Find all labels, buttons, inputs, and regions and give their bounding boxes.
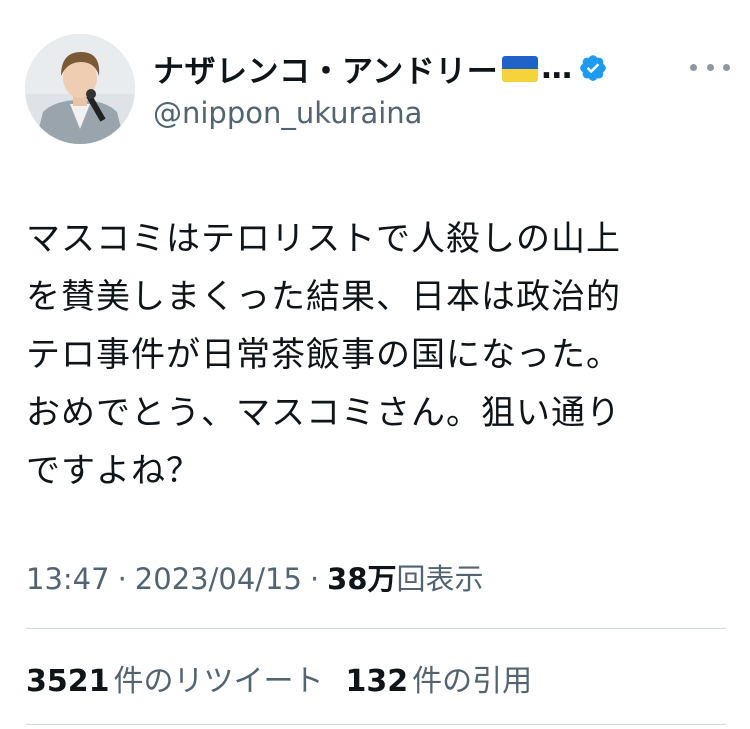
name-truncation-ellipsis: …: [541, 50, 573, 86]
views-count: 38万: [327, 562, 397, 596]
views-label: 回表示: [396, 562, 484, 596]
quotes-count: 132: [345, 664, 409, 699]
quotes-label: 件の引用: [412, 664, 533, 699]
avatar[interactable]: [25, 34, 135, 144]
tweet-meta: 13:47 · 2023/04/15 · 38万 回表示: [26, 556, 484, 598]
divider: [26, 724, 726, 725]
tweet-text: マスコミはテロリストで人殺しの山上 を賛美しまくった結果、日本は政治的 テロ事件…: [26, 219, 621, 491]
ukraine-flag-icon: [502, 56, 539, 82]
divider: [26, 628, 726, 629]
retweets-label: 件のリツイート: [113, 664, 324, 699]
tweet-time[interactable]: 13:47: [26, 562, 110, 596]
meta-separator: ·: [309, 562, 320, 596]
retweets-count: 3521: [26, 664, 110, 699]
engagement-stats: 3521 件のリツイート 132 件の引用: [26, 656, 532, 700]
author-display-name[interactable]: ナザレンコ・アンドリー: [153, 46, 498, 91]
author-name-row[interactable]: ナザレンコ・アンドリー …: [153, 46, 608, 90]
author-handle[interactable]: @nippon_ukuraina: [153, 96, 422, 130]
avatar-photo: [25, 34, 135, 144]
tweet-date[interactable]: 2023/04/15: [135, 562, 302, 596]
retweets-stat[interactable]: 3521 件のリツイート: [26, 656, 324, 700]
meta-separator: ·: [117, 562, 127, 596]
more-options-icon[interactable]: [690, 52, 730, 82]
verified-badge-icon[interactable]: [578, 53, 608, 83]
quotes-stat[interactable]: 132 件の引用: [346, 656, 533, 700]
